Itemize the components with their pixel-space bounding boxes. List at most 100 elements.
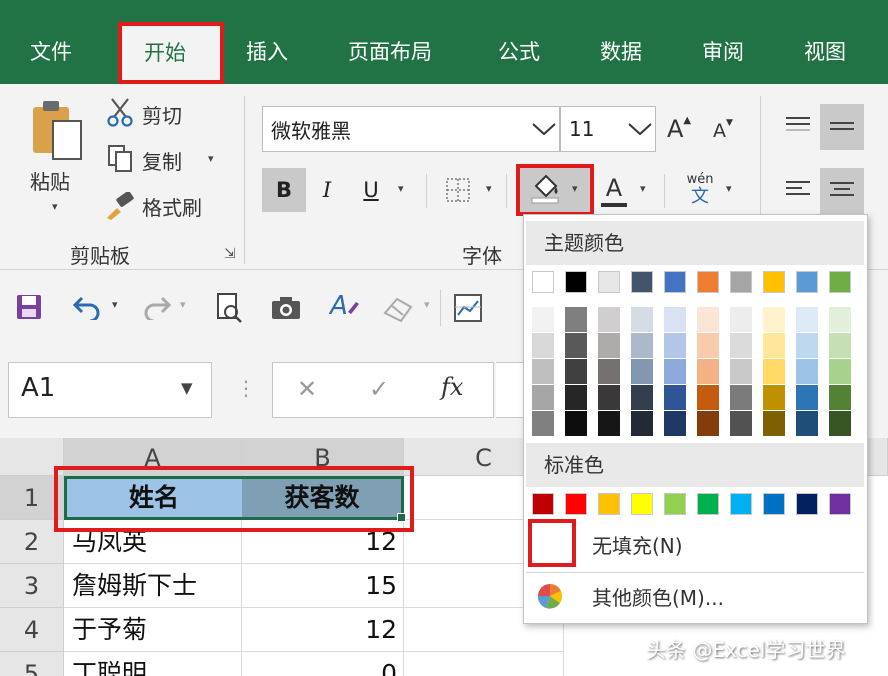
eraser-icon[interactable] bbox=[378, 290, 418, 326]
theme-shade-swatch[interactable] bbox=[598, 359, 620, 384]
cell-b4[interactable]: 12 bbox=[242, 608, 404, 652]
cell-b3[interactable]: 15 bbox=[242, 564, 404, 608]
paste-icon[interactable] bbox=[24, 98, 90, 164]
cut-icon[interactable] bbox=[104, 96, 136, 128]
theme-shade-swatch[interactable] bbox=[796, 411, 818, 436]
bold-button[interactable]: B bbox=[262, 168, 306, 212]
theme-color-swatch[interactable] bbox=[796, 271, 818, 293]
row-header-5[interactable]: 5 bbox=[0, 652, 64, 676]
increase-font-size-button[interactable]: A ▲ bbox=[664, 112, 694, 146]
align-left-icon[interactable] bbox=[780, 170, 816, 210]
copy-dropdown-icon[interactable]: ▾ bbox=[208, 152, 214, 165]
theme-shade-swatch[interactable] bbox=[697, 307, 719, 332]
standard-color-swatch[interactable] bbox=[532, 493, 554, 515]
theme-shade-swatch[interactable] bbox=[532, 385, 554, 410]
camera-icon[interactable] bbox=[268, 292, 304, 324]
align-center-icon[interactable] bbox=[820, 168, 864, 214]
row-header-4[interactable]: 4 bbox=[0, 608, 64, 652]
theme-shade-swatch[interactable] bbox=[565, 359, 587, 384]
theme-shade-swatch[interactable] bbox=[532, 333, 554, 358]
phonetic-dropdown-icon[interactable]: ▾ bbox=[726, 182, 732, 195]
theme-color-swatch[interactable] bbox=[598, 271, 620, 293]
standard-color-swatch[interactable] bbox=[763, 493, 785, 515]
insert-function-button[interactable]: fx bbox=[441, 373, 463, 401]
theme-shade-swatch[interactable] bbox=[598, 385, 620, 410]
theme-shade-swatch[interactable] bbox=[598, 411, 620, 436]
standard-color-swatch[interactable] bbox=[664, 493, 686, 515]
theme-shade-swatch[interactable] bbox=[763, 385, 785, 410]
theme-color-swatch[interactable] bbox=[664, 271, 686, 293]
tab-file[interactable]: 文件 bbox=[30, 36, 72, 66]
paste-dropdown-icon[interactable]: ▾ bbox=[52, 200, 58, 213]
theme-shade-swatch[interactable] bbox=[565, 385, 587, 410]
theme-shade-swatch[interactable] bbox=[796, 333, 818, 358]
underline-dropdown-icon[interactable]: ▾ bbox=[398, 182, 404, 195]
theme-shade-swatch[interactable] bbox=[796, 385, 818, 410]
theme-shade-swatch[interactable] bbox=[829, 385, 851, 410]
theme-shade-swatch[interactable] bbox=[598, 307, 620, 332]
theme-color-swatch[interactable] bbox=[763, 271, 785, 293]
theme-shade-swatch[interactable] bbox=[763, 411, 785, 436]
theme-shade-swatch[interactable] bbox=[664, 385, 686, 410]
eraser-dropdown-icon[interactable]: ▾ bbox=[424, 298, 430, 311]
theme-shade-swatch[interactable] bbox=[664, 411, 686, 436]
row-header-3[interactable]: 3 bbox=[0, 564, 64, 608]
cell-a5[interactable]: 丁聪明 bbox=[64, 652, 242, 676]
phonetic-guide-button[interactable]: wén 文 bbox=[680, 170, 720, 210]
cell-a4[interactable]: 于予菊 bbox=[64, 608, 242, 652]
tab-formulas[interactable]: 公式 bbox=[498, 36, 540, 66]
print-preview-icon[interactable] bbox=[212, 290, 246, 326]
redo-dropdown-icon[interactable]: ▾ bbox=[180, 298, 186, 311]
theme-shade-swatch[interactable] bbox=[631, 333, 653, 358]
theme-shade-swatch[interactable] bbox=[532, 359, 554, 384]
undo-icon[interactable] bbox=[70, 290, 104, 324]
theme-shade-swatch[interactable] bbox=[796, 359, 818, 384]
enter-entry-button[interactable]: ✓ bbox=[369, 375, 389, 403]
theme-shade-swatch[interactable] bbox=[697, 411, 719, 436]
theme-shade-swatch[interactable] bbox=[796, 307, 818, 332]
theme-shade-swatch[interactable] bbox=[730, 307, 752, 332]
theme-color-swatch[interactable] bbox=[565, 271, 587, 293]
no-fill-item[interactable]: 无填充(N) bbox=[526, 519, 864, 569]
font-size-select[interactable]: 11 bbox=[560, 106, 656, 152]
clipboard-launcher-icon[interactable]: ⇲ bbox=[224, 246, 236, 262]
theme-shade-swatch[interactable] bbox=[697, 359, 719, 384]
theme-shade-swatch[interactable] bbox=[565, 411, 587, 436]
tab-insert[interactable]: 插入 bbox=[246, 36, 288, 66]
theme-shade-swatch[interactable] bbox=[664, 333, 686, 358]
chevron-down-icon[interactable] bbox=[529, 121, 559, 137]
tab-home[interactable]: 开始 bbox=[118, 22, 224, 84]
theme-shade-swatch[interactable] bbox=[532, 307, 554, 332]
underline-button[interactable]: U bbox=[356, 168, 386, 212]
theme-shade-swatch[interactable] bbox=[697, 385, 719, 410]
more-colors-item[interactable]: 其他颜色(M)... bbox=[526, 571, 864, 621]
theme-shade-swatch[interactable] bbox=[763, 359, 785, 384]
paste-label[interactable]: 粘贴 bbox=[30, 166, 70, 195]
cancel-entry-button[interactable]: ✕ bbox=[297, 375, 317, 403]
theme-color-swatch[interactable] bbox=[730, 271, 752, 293]
font-color-button[interactable]: A bbox=[598, 170, 630, 210]
standard-color-swatch[interactable] bbox=[730, 493, 752, 515]
theme-shade-swatch[interactable] bbox=[532, 411, 554, 436]
name-box-dropdown-icon[interactable]: ▼ bbox=[181, 379, 193, 397]
theme-shade-swatch[interactable] bbox=[631, 411, 653, 436]
theme-color-swatch[interactable] bbox=[631, 271, 653, 293]
format-painter-icon[interactable] bbox=[104, 190, 136, 222]
theme-color-swatch[interactable] bbox=[532, 271, 554, 293]
theme-shade-swatch[interactable] bbox=[664, 359, 686, 384]
name-box[interactable]: A1 ▼ bbox=[8, 362, 212, 418]
theme-shade-swatch[interactable] bbox=[829, 411, 851, 436]
theme-shade-swatch[interactable] bbox=[565, 307, 587, 332]
theme-shade-swatch[interactable] bbox=[664, 307, 686, 332]
theme-shade-swatch[interactable] bbox=[763, 307, 785, 332]
tab-review[interactable]: 审阅 bbox=[702, 36, 744, 66]
theme-shade-swatch[interactable] bbox=[829, 307, 851, 332]
format-painter-label[interactable]: 格式刷 bbox=[142, 192, 202, 221]
theme-shade-swatch[interactable] bbox=[763, 333, 785, 358]
theme-shade-swatch[interactable] bbox=[730, 359, 752, 384]
standard-color-swatch[interactable] bbox=[631, 493, 653, 515]
cell-c5[interactable] bbox=[404, 652, 564, 676]
font-name-select[interactable]: 微软雅黑 bbox=[262, 106, 560, 152]
theme-color-swatch[interactable] bbox=[829, 271, 851, 293]
cut-label[interactable]: 剪切 bbox=[142, 100, 182, 129]
